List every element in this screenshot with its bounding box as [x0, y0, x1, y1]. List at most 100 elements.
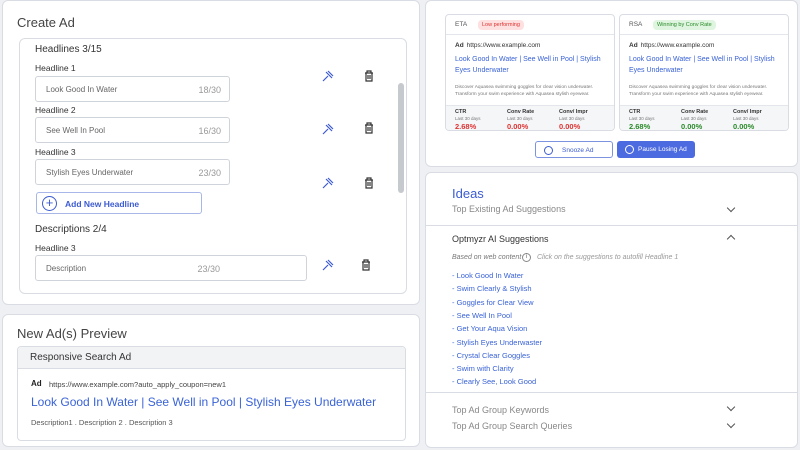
ad-label: Ad [455, 42, 464, 49]
stat-period: Last 30 days [507, 116, 533, 121]
stat-value: 2.68% [629, 122, 651, 131]
stat-period: Last 30 days [629, 116, 655, 121]
add-headline-button[interactable]: + Add New Headline [36, 192, 202, 214]
stat-ctr: CTR Last 30 days 2.68% [629, 109, 655, 131]
top-existing-suggestions-toggle[interactable]: Top Existing Ad Suggestions [452, 204, 566, 214]
stat-period: Last 30 days [733, 116, 759, 121]
trash-icon[interactable] [362, 121, 376, 135]
ad-description: Discover Aquasea swimming goggles for cl… [455, 85, 594, 97]
stat-period: Last 30 days [681, 116, 707, 121]
stat-value: 0.00% [559, 122, 581, 131]
description-count: 23/30 [197, 264, 220, 274]
ad-type: RSA [629, 21, 643, 28]
description-placeholder: Description [46, 264, 87, 273]
based-on-label: Based on web content [452, 254, 522, 261]
top-keywords-toggle[interactable]: Top Ad Group Keywords [452, 405, 549, 415]
trash-icon[interactable] [362, 69, 376, 83]
suggestion-item[interactable]: - Goggles for Clear View [452, 298, 534, 307]
create-ad-title: Create Ad [17, 15, 75, 30]
stat-name: Conv Rate [507, 109, 535, 115]
stat-conv-rate: Conv Rate Last 30 days 0.00% [681, 109, 709, 130]
chevron-down-icon[interactable] [726, 402, 736, 412]
pause-icon [625, 145, 634, 154]
pin-icon[interactable] [321, 69, 335, 83]
headline-1-label: Headline 1 [35, 63, 76, 73]
preview-title: New Ad(s) Preview [17, 326, 127, 341]
suggestion-item[interactable]: - Stylish Eyes Underwaster [452, 338, 542, 347]
suggestion-item[interactable]: - Swim with Clarity [452, 364, 514, 373]
headline-2-input[interactable]: See Well In Pool 16/30 [35, 117, 230, 143]
ad-headline: Look Good In Water | See Well in Pool | … [629, 56, 775, 74]
ai-suggestions-title[interactable]: Optmyzr AI Suggestions [452, 234, 549, 244]
stat-value: 2.68% [455, 122, 477, 131]
ad-url: https://www.example.com?auto_apply_coupo… [49, 380, 226, 389]
ad-stats: CTR Last 30 days 2.68% Conv Rate Last 30… [446, 105, 614, 131]
ad-descriptions: Description1 . Description 2 . Descripti… [31, 418, 173, 427]
chevron-up-icon[interactable] [726, 234, 736, 244]
stat-value: 0.00% [507, 122, 529, 131]
pin-icon[interactable] [321, 176, 335, 190]
ad-headline: Look Good In Water | See Well in Pool | … [31, 395, 377, 409]
rsa-title: Responsive Search Ad [18, 347, 405, 369]
ad-url: Ad https://www.example.com [629, 42, 714, 49]
ad-url: Ad https://www.example.com [455, 42, 540, 49]
add-headline-label: Add New Headline [65, 199, 140, 209]
ad-type: ETA [455, 21, 468, 28]
stat-name: Conv/ Impr [733, 109, 762, 115]
pin-icon[interactable] [321, 258, 335, 272]
clock-icon [544, 146, 553, 155]
stat-name: Conv Rate [681, 109, 709, 115]
top-search-queries-toggle[interactable]: Top Ad Group Search Queries [452, 421, 572, 431]
ad-stats: CTR Last 30 days 2.68% Conv Rate Last 30… [620, 105, 788, 131]
ideas-panel: Ideas Top Existing Ad Suggestions Optmyz… [425, 172, 798, 448]
description-label: Headline 3 [35, 243, 76, 253]
plus-circle-icon: + [42, 196, 57, 211]
info-icon[interactable]: i [522, 253, 531, 262]
eta-ad-card: ETA Low performing Ad https://www.example… [445, 14, 615, 131]
trash-icon[interactable] [359, 258, 373, 272]
headline-1-input[interactable]: Look Good In Water 18/30 [35, 76, 230, 102]
ad-label: Ad [629, 42, 638, 49]
suggestion-item[interactable]: - Clearly See, Look Good [452, 377, 536, 386]
stat-period: Last 30 days [455, 116, 481, 121]
ideas-title: Ideas [452, 186, 484, 201]
suggestion-item[interactable]: - Get Your Aqua Vision [452, 324, 527, 333]
suggestion-item[interactable]: - Look Good In Water [452, 271, 523, 280]
click-hint: Click on the suggestions to autofill Hea… [537, 254, 679, 261]
headlines-header: Headlines 3/15 [35, 44, 102, 55]
headline-3-value: Stylish Eyes Underwater [46, 168, 134, 177]
pause-label: Pause Losing Ad [638, 146, 687, 153]
stat-ctr: CTR Last 30 days 2.68% [455, 109, 481, 131]
ad-url-text: https://www.example.com [466, 42, 541, 49]
suggestion-item[interactable]: - Swim Clearly & Stylish [452, 284, 532, 293]
preview-panel: New Ad(s) Preview Responsive Search Ad A… [2, 314, 420, 447]
create-ad-form: Headlines 3/15 Headline 1 Look Good In W… [19, 38, 407, 294]
pin-icon[interactable] [321, 122, 335, 136]
headline-1-value: Look Good In Water [46, 85, 118, 94]
trash-icon[interactable] [362, 176, 376, 190]
suggestion-item[interactable]: - Crystal Clear Goggles [452, 351, 530, 360]
headline-2-value: See Well In Pool [46, 126, 105, 135]
suggestion-item[interactable]: - See Well In Pool [452, 311, 512, 320]
headline-3-input[interactable]: Stylish Eyes Underwater 23/30 [35, 159, 230, 185]
stat-conv-rate: Conv Rate Last 30 days 0.00% [507, 109, 535, 131]
create-ad-panel: Create Ad Headlines 3/15 Headline 1 Look… [2, 0, 420, 305]
stat-conv-impr: Conv/ Impr Last 30 days 0.00% [559, 109, 588, 131]
headline-2-label: Headline 2 [35, 105, 76, 115]
stat-name: CTR [629, 109, 641, 115]
ai-suggestions-section: Optmyzr AI Suggestions Based on web cont… [426, 225, 797, 393]
rsa-ad-card: RSA Winning by Conv Rate Ad https://www.e… [619, 14, 789, 131]
snooze-ad-button[interactable]: Snooze Ad [535, 141, 613, 158]
ad-headline: Look Good In Water | See Well in Pool | … [455, 56, 601, 74]
descriptions-header: Descriptions 2/4 [35, 224, 107, 235]
snooze-label: Snooze Ad [562, 147, 594, 154]
chevron-down-icon[interactable] [726, 203, 736, 213]
headline-2-count: 16/30 [198, 126, 221, 136]
ad-compare-panel: ETA Low performing Ad https://www.example… [425, 0, 798, 167]
ad-description: Discover Aquasea swimming goggles for cl… [629, 85, 768, 97]
description-input[interactable]: Description 23/30 [35, 255, 307, 281]
ad-url-text: https://www.example.com [640, 42, 715, 49]
chevron-down-icon[interactable] [726, 419, 736, 429]
pause-losing-ad-button[interactable]: Pause Losing Ad [617, 141, 695, 158]
scrollbar-thumb[interactable] [398, 83, 404, 193]
